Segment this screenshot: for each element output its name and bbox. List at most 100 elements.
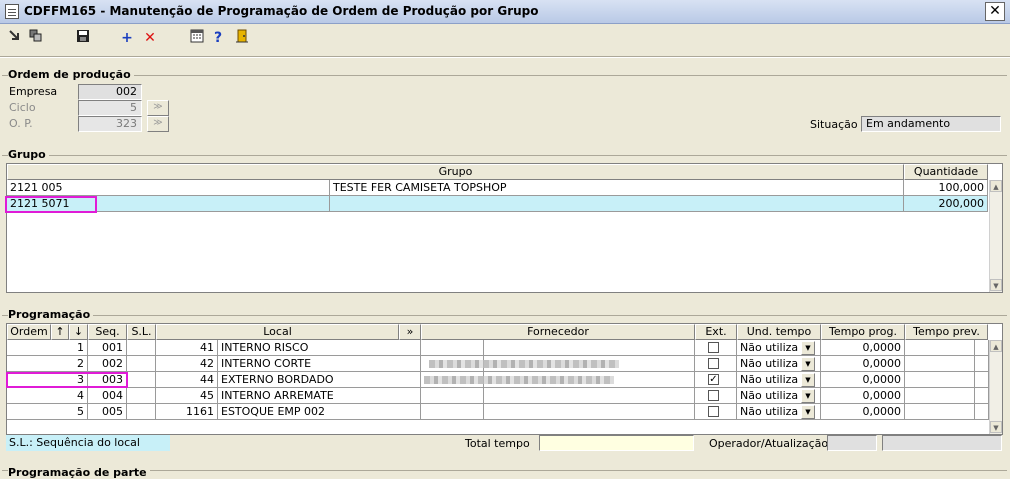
local-name-cell[interactable]: EXTERNO BORDADO [218, 372, 421, 388]
local-col-header[interactable]: Local [156, 324, 399, 340]
tempo-prog-cell[interactable]: 0,0000 [821, 340, 905, 356]
fornecedor-name-cell[interactable] [484, 388, 695, 404]
tempo-prev-cell[interactable] [905, 372, 975, 388]
und-tempo-cell[interactable]: Não utiliza ▼ [737, 356, 821, 372]
local-name-cell[interactable]: ESTOQUE EMP 002 [218, 404, 421, 420]
tempo-prog-cell[interactable]: 0,0000 [821, 372, 905, 388]
move-up-icon[interactable]: ↑ [51, 324, 69, 340]
ext-checkbox[interactable] [708, 342, 719, 353]
scroll-down-arrow[interactable]: ▼ [990, 279, 1002, 291]
ordem-cell[interactable]: 5 [7, 404, 88, 420]
help-icon[interactable]: ? [209, 29, 227, 47]
ext-checkbox[interactable]: ✓ [708, 374, 719, 385]
grupo-qty-cell[interactable]: 100,000 [904, 180, 988, 196]
und-tempo-dropdown-button[interactable]: ▼ [801, 341, 815, 355]
fornecedor-col-header[interactable]: Fornecedor [421, 324, 695, 340]
grupo-name-cell[interactable] [330, 196, 904, 212]
local-code-cell[interactable]: 41 [156, 340, 218, 356]
und-tempo-cell[interactable]: Não utiliza ▼ [737, 388, 821, 404]
local-code-cell[interactable]: 1161 [156, 404, 218, 420]
seq-cell[interactable]: 004 [88, 388, 127, 404]
scroll-up-arrow[interactable]: ▲ [990, 180, 1002, 192]
grupo-qty-cell[interactable]: 200,000 [904, 196, 988, 212]
seq-cell[interactable]: 005 [88, 404, 127, 420]
expand-columns-button[interactable]: » [399, 324, 421, 340]
tempo-prev-cell[interactable] [905, 388, 975, 404]
fornecedor-name-cell[interactable] [484, 340, 695, 356]
scroll-up-arrow[interactable]: ▲ [990, 340, 1002, 352]
sl-cell[interactable] [127, 356, 156, 372]
ordem-col-header[interactable]: Ordem [7, 324, 51, 340]
seq-cell[interactable]: 001 [88, 340, 127, 356]
first-record-icon[interactable] [6, 29, 24, 47]
und-tempo-dropdown-button[interactable]: ▼ [801, 357, 815, 371]
sl-cell[interactable] [127, 340, 156, 356]
exit-door-icon[interactable] [233, 29, 251, 47]
fornecedor-code-cell[interactable] [421, 340, 484, 356]
scroll-down-arrow[interactable]: ▼ [990, 421, 1002, 433]
fornecedor-code-cell[interactable] [421, 404, 484, 420]
ordem-cell[interactable]: 4 [7, 388, 88, 404]
local-name-cell[interactable]: INTERNO ARREMATE [218, 388, 421, 404]
delete-icon[interactable]: ✕ [141, 29, 159, 47]
highlight-box [6, 372, 128, 388]
grupo-code-cell[interactable]: 2121 005 [7, 180, 330, 196]
seq-cell[interactable]: 002 [88, 356, 127, 372]
sl-cell[interactable] [127, 404, 156, 420]
total-tempo-field [539, 435, 694, 451]
grupo-name-cell[interactable]: TESTE FER CAMISETA TOPSHOP [330, 180, 904, 196]
copy-icon[interactable] [27, 29, 45, 47]
und-tempo-cell[interactable]: Não utiliza ▼ [737, 340, 821, 356]
fornecedor-code-cell[interactable] [421, 388, 484, 404]
tempo-prog-cell[interactable]: 0,0000 [821, 356, 905, 372]
fornecedor-name-cell[interactable] [429, 356, 695, 372]
toolbar: + ✕ ? [0, 26, 1010, 52]
ciclo-search-button[interactable]: ≫ [147, 100, 169, 116]
operador-field [827, 435, 877, 451]
sl-cell[interactable] [127, 388, 156, 404]
close-button[interactable]: ✕ [985, 2, 1005, 21]
local-name-cell[interactable]: INTERNO CORTE [218, 356, 421, 372]
tempo-prog-cell[interactable]: 0,0000 [821, 404, 905, 420]
fornecedor-name-cell[interactable] [424, 372, 695, 388]
move-down-icon[interactable]: ↓ [69, 324, 88, 340]
ciclo-field[interactable]: 5 [78, 100, 142, 116]
und-tempo-col-header[interactable]: Und. tempo [737, 324, 821, 340]
ext-checkbox[interactable] [708, 358, 719, 369]
tempo-prog-cell[interactable]: 0,0000 [821, 388, 905, 404]
und-tempo-dropdown-button[interactable]: ▼ [801, 405, 815, 419]
local-code-cell[interactable]: 44 [156, 372, 218, 388]
seq-col-header[interactable]: Seq. [88, 324, 127, 340]
empresa-field[interactable]: 002 [78, 84, 142, 100]
ordem-cell[interactable]: 1 [7, 340, 88, 356]
quantidade-col-header[interactable]: Quantidade [904, 164, 988, 180]
ext-cell [695, 388, 737, 404]
calculator-icon[interactable] [188, 29, 206, 47]
local-code-cell[interactable]: 45 [156, 388, 218, 404]
grupo-scrollbar[interactable]: ▲ ▼ [989, 180, 1002, 292]
tempo-prev-cell[interactable] [905, 404, 975, 420]
und-tempo-dropdown-button[interactable]: ▼ [801, 373, 815, 387]
fornecedor-name-cell[interactable] [484, 404, 695, 420]
ext-col-header[interactable]: Ext. [695, 324, 737, 340]
add-icon[interactable]: + [118, 29, 136, 47]
und-tempo-dropdown-button[interactable]: ▼ [801, 389, 815, 403]
tempo-prev-col-header[interactable]: Tempo prev. [905, 324, 988, 340]
programacao-scrollbar[interactable]: ▲ ▼ [989, 340, 1002, 434]
tempo-prog-col-header[interactable]: Tempo prog. [821, 324, 905, 340]
sl-col-header[interactable]: S.L. [127, 324, 156, 340]
ordem-cell[interactable]: 2 [7, 356, 88, 372]
local-code-cell[interactable]: 42 [156, 356, 218, 372]
grupo-col-header[interactable]: Grupo [7, 164, 904, 180]
save-icon[interactable] [74, 29, 92, 47]
und-tempo-cell[interactable]: Não utiliza ▼ [737, 404, 821, 420]
op-search-button[interactable]: ≫ [147, 116, 169, 132]
sl-cell[interactable] [127, 372, 156, 388]
local-name-cell[interactable]: INTERNO RISCO [218, 340, 421, 356]
ext-checkbox[interactable] [708, 406, 719, 417]
op-field[interactable]: 323 [78, 116, 142, 132]
tempo-prev-cell[interactable] [905, 340, 975, 356]
und-tempo-cell[interactable]: Não utiliza ▼ [737, 372, 821, 388]
ext-checkbox[interactable] [708, 390, 719, 401]
tempo-prev-cell[interactable] [905, 356, 975, 372]
